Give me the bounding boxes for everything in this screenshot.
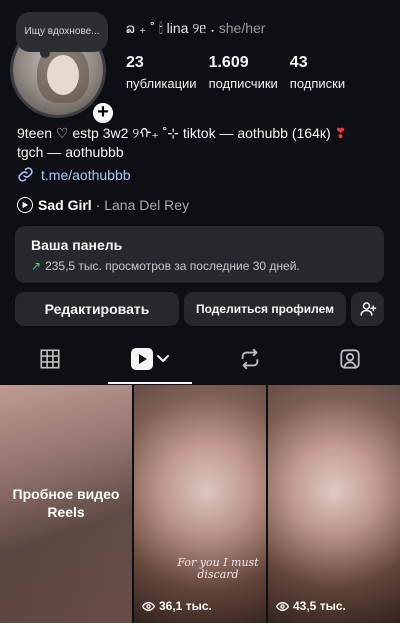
view-count: 36,1 тыс. (142, 599, 212, 613)
dashboard-stats: 235,5 тыс. просмотров за последние 30 дн… (45, 259, 300, 273)
post-caption: For you I must discard (177, 556, 259, 581)
note-text: Ищу вдохнове... (24, 26, 100, 37)
grid-icon (40, 349, 60, 369)
reels-icon (131, 348, 169, 370)
profile-tabs (0, 334, 400, 384)
post-tile[interactable]: For you I must discard 36,1 тыс. (134, 385, 266, 623)
link-icon (18, 167, 33, 182)
add-story-button[interactable]: + (90, 100, 116, 126)
tab-tagged[interactable] (300, 334, 400, 384)
view-count: 43,5 тыс. (276, 599, 346, 613)
music-artist: · Lana Del Rey (95, 197, 190, 213)
tab-reposts[interactable] (200, 334, 300, 384)
trend-up-icon: ↗ (31, 259, 42, 273)
profile-stats: 23 публикации 1.609 подписчики 43 подпис… (126, 54, 357, 91)
profile-name-row: ລ ₊ ˚ 🕯 lina ୨ᥱ ˖ she/her (126, 20, 265, 37)
bio-line-1: 9teen ♡ estp 3w2 ୨ᡣ₊ ˚⊹ tiktok — aothubb… (17, 125, 331, 141)
tab-grid[interactable] (0, 334, 100, 384)
discover-people-button[interactable] (351, 292, 384, 326)
add-person-icon (360, 302, 376, 316)
dashboard-title: Ваша панель (31, 237, 123, 253)
stat-followers[interactable]: 1.609 подписчики (209, 54, 278, 91)
trial-reel-label: Пробное видео Reels (12, 486, 120, 520)
heart-icon: ❣ (334, 125, 347, 141)
post-tile[interactable]: Пробное видео Reels (0, 385, 132, 623)
bio: 9teen ♡ estp 3w2 ୨ᡣ₊ ˚⊹ tiktok — aothubb… (17, 124, 387, 162)
stat-value: 23 (126, 54, 144, 71)
tab-reels[interactable] (100, 334, 200, 384)
display-name: ລ ₊ ˚ 🕯 lina ୨ᥱ ˖ (126, 20, 215, 36)
avatar-block: Ищу вдохнове... + (10, 12, 116, 126)
stat-following[interactable]: 43 подписки (290, 54, 345, 91)
pronouns: she/her (218, 20, 266, 36)
eye-icon (142, 601, 155, 611)
reposts-icon (241, 348, 259, 370)
stat-value: 1.609 (208, 54, 249, 71)
music-song: Sad Girl (38, 197, 92, 213)
eye-icon (276, 601, 289, 611)
posts-grid: Пробное видео Reels For you I must disca… (0, 385, 400, 623)
post-tile[interactable]: 43,5 тыс. (268, 385, 400, 623)
stat-posts[interactable]: 23 публикации (126, 54, 197, 91)
stat-label: подписчики (208, 76, 278, 91)
professional-dashboard[interactable]: Ваша панель ↗ 235,5 тыс. просмотров за п… (15, 226, 384, 283)
note-bubble[interactable]: Ищу вдохнове... (16, 12, 108, 58)
stat-value: 43 (289, 54, 308, 71)
profile-link[interactable]: t.me/aothubbb (17, 166, 131, 183)
link-text: t.me/aothubbb (41, 166, 131, 183)
tagged-icon (340, 349, 360, 369)
stat-label: публикации (126, 76, 197, 91)
edit-profile-button[interactable]: Редактировать (15, 292, 179, 326)
profile-music[interactable]: Sad Girl · Lana Del Rey (17, 197, 189, 213)
stat-label: подписки (289, 76, 346, 91)
bio-line-2: tgch — aothubbb (17, 144, 124, 160)
play-icon (17, 197, 33, 213)
share-profile-button[interactable]: Поделиться профилем (184, 292, 346, 326)
